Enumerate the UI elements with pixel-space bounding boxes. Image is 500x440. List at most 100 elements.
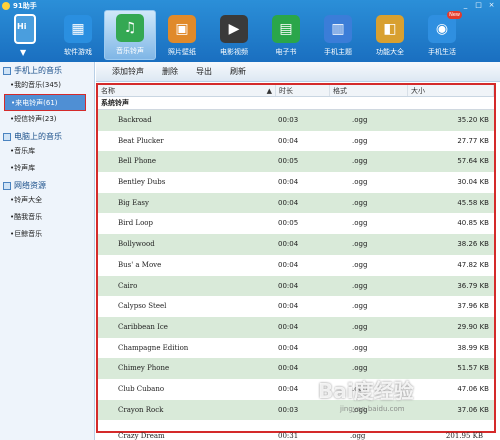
cell-duration: 00:05 [278,157,299,166]
sidebar-item[interactable]: •音乐库 [0,143,94,160]
nav-label: 软件游戏 [64,48,92,56]
sidebar-item[interactable]: •铃声库 [0,160,94,177]
cell-format: .ogg [352,302,368,311]
column-header-size[interactable]: 大小 [408,85,494,96]
cell-format: .ogg [352,281,368,290]
sidebar: 手机上的音乐 •我的音乐(345) •来电铃声(61) •短信铃声(23) 电脑上的音乐… [0,62,95,440]
cell-format: .ogg [352,219,368,228]
cell-duration: 00:04 [278,302,299,311]
delete-button[interactable]: 删除 [162,66,178,77]
main-nav: ▦ 软件游戏 ♫ 音乐铃声 ▣ 照片壁纸 ▶ 电影视频 ▤ 电子书 ▥ 手机主题 ◧ 功能大全 ◉ New 手机… [52,10,468,60]
table-row[interactable]: Calypso Steel 00:04 .ogg 37.96 KB [98,296,494,317]
sidebar-section-header[interactable]: 网络资源 [0,179,94,192]
cell-name: Beat Plucker [118,136,164,145]
photo-icon: ▣ [168,15,196,43]
cell-name: Crazy Dream [118,432,165,440]
nav-item-4[interactable]: ▤ 电子书 [260,10,312,60]
sidebar-section-title: 网络资源 [14,181,46,190]
nav-item-5[interactable]: ▥ 手机主题 [312,10,364,60]
sidebar-item-label: 来电铃声(61) [15,99,58,107]
cell-name: Backroad [118,116,152,124]
cell-name: Cairo [118,281,138,290]
sidebar-item[interactable]: •酷我音乐 [0,209,94,226]
app-title: 91助手 [13,2,37,10]
sidebar-item[interactable]: •来电铃声(61) [4,94,86,111]
cell-name: Club Cubano [118,384,165,393]
table-row[interactable]: Champagne Edition 00:04 .ogg 38.99 KB [98,337,494,359]
table-row[interactable]: Bollywood 00:04 .ogg 38.26 KB [98,234,494,255]
new-badge: New [447,11,462,19]
cell-duration: 00:04 [278,178,299,187]
cell-name: Chimey Phone [118,364,170,373]
cell-name: Champagne Edition [118,343,189,352]
cell-format: .ogg [352,198,368,207]
cell-name: Calypso Steel [118,302,167,311]
table-row[interactable]: Backroad 00:03 .ogg 35.20 KB [98,110,494,131]
table-row[interactable]: Club Cubano 00:04 .ogg 47.06 KB [98,378,494,400]
group-header: 系统铃声 [98,97,494,110]
table-row[interactable]: Bentley Dubs 00:04 .ogg 30.04 KB [98,172,494,193]
nav-label: 电影视频 [220,48,248,56]
sidebar-item[interactable]: •短信铃声(23) [0,111,94,128]
sidebar-section-title: 电脑上的音乐 [14,132,62,141]
sidebar-section-header[interactable]: 电脑上的音乐 [0,130,94,143]
sidebar-section-title: 手机上的音乐 [14,66,62,75]
table-row[interactable]: Crazy Dream 00:31 .ogg 201.95 KB [96,432,500,440]
sidebar-item-label: 我的音乐(345) [14,81,61,89]
minimize-button[interactable]: _ [461,2,470,9]
cell-size: 47.06 KB [457,384,489,393]
sidebar-section-header[interactable]: 手机上的音乐 [0,64,94,77]
table-row[interactable]: Crayon Rock 00:03 .ogg 37.06 KB [98,399,494,421]
section-icon [3,132,11,141]
app-logo-icon [2,2,10,10]
cell-size: 38.26 KB [457,240,489,249]
device-button[interactable]: Hi ▼ [8,12,42,58]
cell-size: 35.20 KB [457,116,489,124]
table-row[interactable]: Beat Plucker 00:04 .ogg 27.77 KB [98,130,494,152]
nav-item-0[interactable]: ▦ 软件游戏 [52,10,104,60]
sidebar-item[interactable]: •巨鲸音乐 [0,226,94,243]
table-row[interactable]: Bird Loop 00:05 .ogg 40.85 KB [98,213,494,235]
table-row[interactable]: Cairo 00:04 .ogg 36.79 KB [98,275,494,297]
nav-item-1[interactable]: ♫ 音乐铃声 [104,10,156,60]
column-header-duration[interactable]: 时长 [276,85,330,96]
nav-item-6[interactable]: ◧ 功能大全 [364,10,416,60]
table-row[interactable]: Bell Phone 00:05 .ogg 57.64 KB [98,151,494,173]
sidebar-item-label: 巨鲸音乐 [14,230,43,238]
cell-size: 30.04 KB [457,178,489,187]
sidebar-item[interactable]: •铃声大全 [0,192,94,209]
nav-item-3[interactable]: ▶ 电影视频 [208,10,260,60]
refresh-button[interactable]: 刷新 [230,66,246,77]
table-row[interactable]: Big Easy 00:04 .ogg 45.58 KB [98,192,494,214]
toolbox-icon: ◧ [376,15,404,43]
section-icon [3,181,11,190]
sidebar-item-label: 酷我音乐 [14,213,43,221]
add-ringtone-button[interactable]: 添加铃声 [112,66,144,77]
export-button[interactable]: 导出 [196,66,212,77]
close-button[interactable]: × [487,2,496,9]
cell-name: Crayon Rock [118,405,164,414]
cell-format: .ogg [352,260,368,269]
cell-size: 51.57 KB [457,364,489,373]
table-row[interactable]: Bus' a Move 00:04 .ogg 47.82 KB [98,254,494,276]
column-header-name[interactable]: 名称 ▲ [98,85,276,96]
nav-label: 音乐铃声 [116,47,144,55]
table-row[interactable]: Caribbean Ice 00:04 .ogg 29.90 KB [98,316,494,338]
cell-format: .ogg [352,136,368,145]
cell-size: 37.96 KB [457,302,489,311]
chevron-down-icon: ▼ [20,48,27,57]
theme-icon: ▥ [324,15,352,43]
nav-item-2[interactable]: ▣ 照片壁纸 [156,10,208,60]
maximize-button[interactable]: □ [474,2,483,9]
cell-name: Caribbean Ice [118,322,168,331]
table-row[interactable]: Chimey Phone 00:04 .ogg 51.57 KB [98,358,494,379]
nav-label: 手机生活 [428,48,456,56]
sidebar-item[interactable]: •我的音乐(345) [0,77,94,94]
life-icon: ◉ New [428,11,462,43]
film-icon: ▶ [220,15,248,43]
cell-size: 29.90 KB [457,322,489,331]
apps-icon: ▦ [64,15,92,43]
cell-size: 201.95 KB [445,432,483,440]
nav-item-7[interactable]: ◉ New 手机生活 [416,10,468,60]
column-header-format[interactable]: 格式 [330,85,408,96]
